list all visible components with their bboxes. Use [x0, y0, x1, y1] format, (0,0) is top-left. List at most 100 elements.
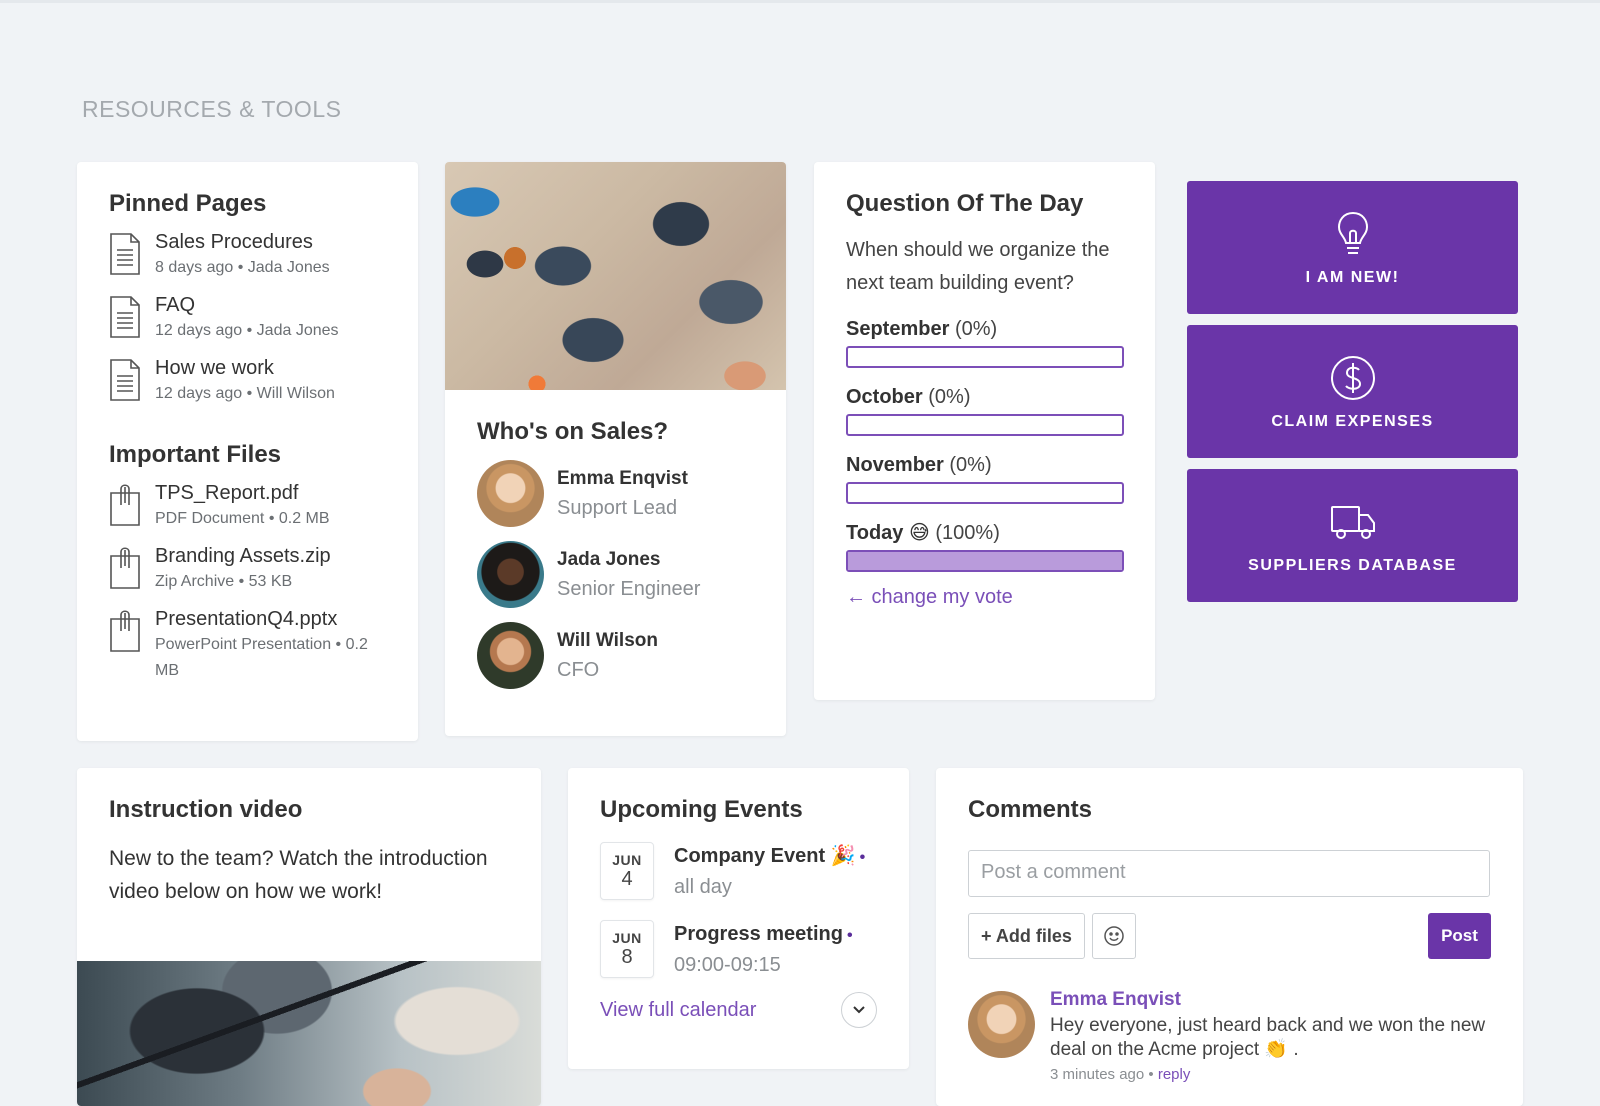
poll-option-percent: (100%)	[935, 522, 1000, 544]
item-title[interactable]: TPS_Report.pdf	[155, 481, 330, 506]
file-item[interactable]: Branding Assets.zip Zip Archive • 53 KB	[109, 544, 386, 595]
poll-options: September (0%) October (0%) November (0%) T…	[846, 314, 1124, 572]
item-title[interactable]: Sales Procedures	[155, 230, 330, 255]
view-calendar-link[interactable]: View full calendar	[600, 999, 756, 1022]
attachment-icon	[109, 609, 141, 653]
person-item[interactable]: Jada Jones Senior Engineer	[477, 541, 754, 608]
events-heading: Upcoming Events	[600, 796, 803, 823]
pinned-pages-card: Pinned Pages Sales Procedures 8 days ago …	[77, 162, 418, 741]
file-item[interactable]: TPS_Report.pdf PDF Document • 0.2 MB	[109, 481, 386, 532]
pinned-page-item[interactable]: How we work 12 days ago • Will Wilson	[109, 356, 386, 407]
poll-bar[interactable]	[846, 346, 1124, 368]
sales-heading: Who's on Sales?	[477, 418, 669, 445]
person-role: Senior Engineer	[557, 577, 701, 600]
avatar	[968, 991, 1035, 1058]
poll-bar[interactable]	[846, 550, 1124, 572]
poll-option-label: Today 😅 (100%)	[846, 518, 1123, 548]
video-description: New to the team? Watch the introduction …	[109, 847, 488, 903]
event-time: 09:00-09:15	[674, 954, 781, 976]
event-day: 8	[621, 946, 633, 968]
item-title[interactable]: How we work	[155, 356, 335, 381]
item-title[interactable]: Branding Assets.zip	[155, 544, 331, 569]
poll-option-name: October	[846, 386, 923, 408]
poll-option-name: November	[846, 454, 944, 476]
person-role: Support Lead	[557, 496, 678, 519]
person-role: CFO	[557, 658, 600, 681]
item-text: Branding Assets.zip Zip Archive • 53 KB	[155, 544, 331, 595]
claim-expenses-tile[interactable]: CLAIM EXPENSES	[1187, 325, 1518, 458]
poll-bar[interactable]	[846, 414, 1124, 436]
top-divider	[0, 0, 1600, 3]
item-text: PresentationQ4.pptx PowerPoint Presentati…	[155, 607, 386, 684]
poll-bar[interactable]	[846, 482, 1124, 504]
post-button[interactable]: Post	[1428, 913, 1491, 959]
add-files-button[interactable]: + Add files	[968, 913, 1085, 959]
important-files-list: TPS_Report.pdf PDF Document • 0.2 MB Brand…	[109, 481, 386, 684]
poll-option-percent: (0%)	[928, 386, 971, 408]
item-title[interactable]: FAQ	[155, 293, 339, 318]
avatar	[477, 622, 544, 689]
document-icon	[109, 295, 141, 339]
avatar	[477, 460, 544, 527]
comment-body: Emma Enqvist Hey everyone, just heard bac…	[1050, 989, 1491, 1083]
avatar	[477, 541, 544, 608]
event-item[interactable]: JUN 8 Progress meeting • 09:00-09:15	[600, 920, 877, 980]
pinned-pages-list: Sales Procedures 8 days ago • Jada Jones F…	[109, 230, 386, 407]
emoji-button[interactable]	[1091, 913, 1136, 959]
event-item[interactable]: JUN 4 Company Event 🎉 • all day	[600, 842, 877, 902]
section-title: RESOURCES & TOOLS	[82, 96, 342, 122]
i-am-new-tile[interactable]: I AM NEW!	[1187, 181, 1518, 314]
tile-label: SUPPLIERS DATABASE	[1248, 556, 1457, 574]
reply-link[interactable]: reply	[1158, 1066, 1191, 1083]
poll-option[interactable]: October (0%)	[846, 382, 1124, 436]
lightbulb-icon	[1337, 211, 1368, 254]
video-thumbnail[interactable]	[77, 961, 541, 1106]
expand-events-button[interactable]	[841, 992, 877, 1028]
poll-option-label: October (0%)	[846, 382, 1123, 412]
item-meta: 12 days ago • Jada Jones	[155, 322, 339, 339]
item-meta: PDF Document • 0.2 MB	[155, 510, 330, 527]
sales-card: Who's on Sales? Emma Enqvist Support Lead…	[445, 162, 786, 736]
event-title-text: Company Event 🎉	[674, 845, 856, 867]
item-text: FAQ 12 days ago • Jada Jones	[155, 293, 339, 344]
poll-option-name: Today 😅	[846, 522, 930, 544]
event-title: Company Event 🎉 •	[674, 842, 865, 872]
comment-input[interactable]	[968, 850, 1490, 897]
file-item[interactable]: PresentationQ4.pptx PowerPoint Presentati…	[109, 607, 386, 684]
person-item[interactable]: Will Wilson CFO	[477, 622, 754, 689]
event-status-dot: •	[846, 927, 853, 944]
question-of-the-day-card: Question Of The Day When should we organ…	[814, 162, 1155, 700]
person-name: Emma Enqvist	[557, 467, 688, 489]
suppliers-database-tile[interactable]: SUPPLIERS DATABASE	[1187, 469, 1518, 602]
poll-option[interactable]: November (0%)	[846, 450, 1124, 504]
comment-list: Emma Enqvist Hey everyone, just heard bac…	[968, 989, 1491, 1083]
item-meta: 12 days ago • Will Wilson	[155, 385, 335, 402]
item-text: Sales Procedures 8 days ago • Jada Jones	[155, 230, 330, 281]
person-text: Emma Enqvist Support Lead	[557, 465, 688, 523]
poll-option-label: September (0%)	[846, 314, 1123, 344]
office-photo	[445, 162, 786, 390]
pinned-page-item[interactable]: Sales Procedures 8 days ago • Jada Jones	[109, 230, 386, 281]
poll-option[interactable]: Today 😅 (100%)	[846, 518, 1124, 572]
poll-option-label: November (0%)	[846, 450, 1123, 480]
change-vote-link[interactable]: ← change my vote	[846, 586, 1013, 609]
poll-option[interactable]: September (0%)	[846, 314, 1124, 368]
comment-author[interactable]: Emma Enqvist	[1050, 989, 1491, 1011]
comments-card: Comments + Add files Post Emma Enqvist He…	[936, 768, 1523, 1106]
poll-option-percent: (0%)	[949, 454, 992, 476]
pinned-page-item[interactable]: FAQ 12 days ago • Jada Jones	[109, 293, 386, 344]
event-month: JUN	[612, 930, 642, 946]
event-title: Progress meeting •	[674, 920, 853, 950]
document-icon	[109, 358, 141, 402]
event-day: 4	[621, 868, 633, 890]
person-item[interactable]: Emma Enqvist Support Lead	[477, 460, 754, 527]
poll-option-name: September	[846, 318, 950, 340]
qotd-heading: Question Of The Day	[846, 190, 1084, 217]
event-date: JUN 8	[600, 920, 654, 978]
event-month: JUN	[612, 852, 642, 868]
smiley-icon	[1104, 926, 1124, 946]
comments-heading: Comments	[968, 796, 1093, 823]
instruction-video-card: Instruction video New to the team? Watch…	[77, 768, 541, 1106]
item-title[interactable]: PresentationQ4.pptx	[155, 607, 386, 632]
poll-bar-fill	[848, 552, 1122, 570]
